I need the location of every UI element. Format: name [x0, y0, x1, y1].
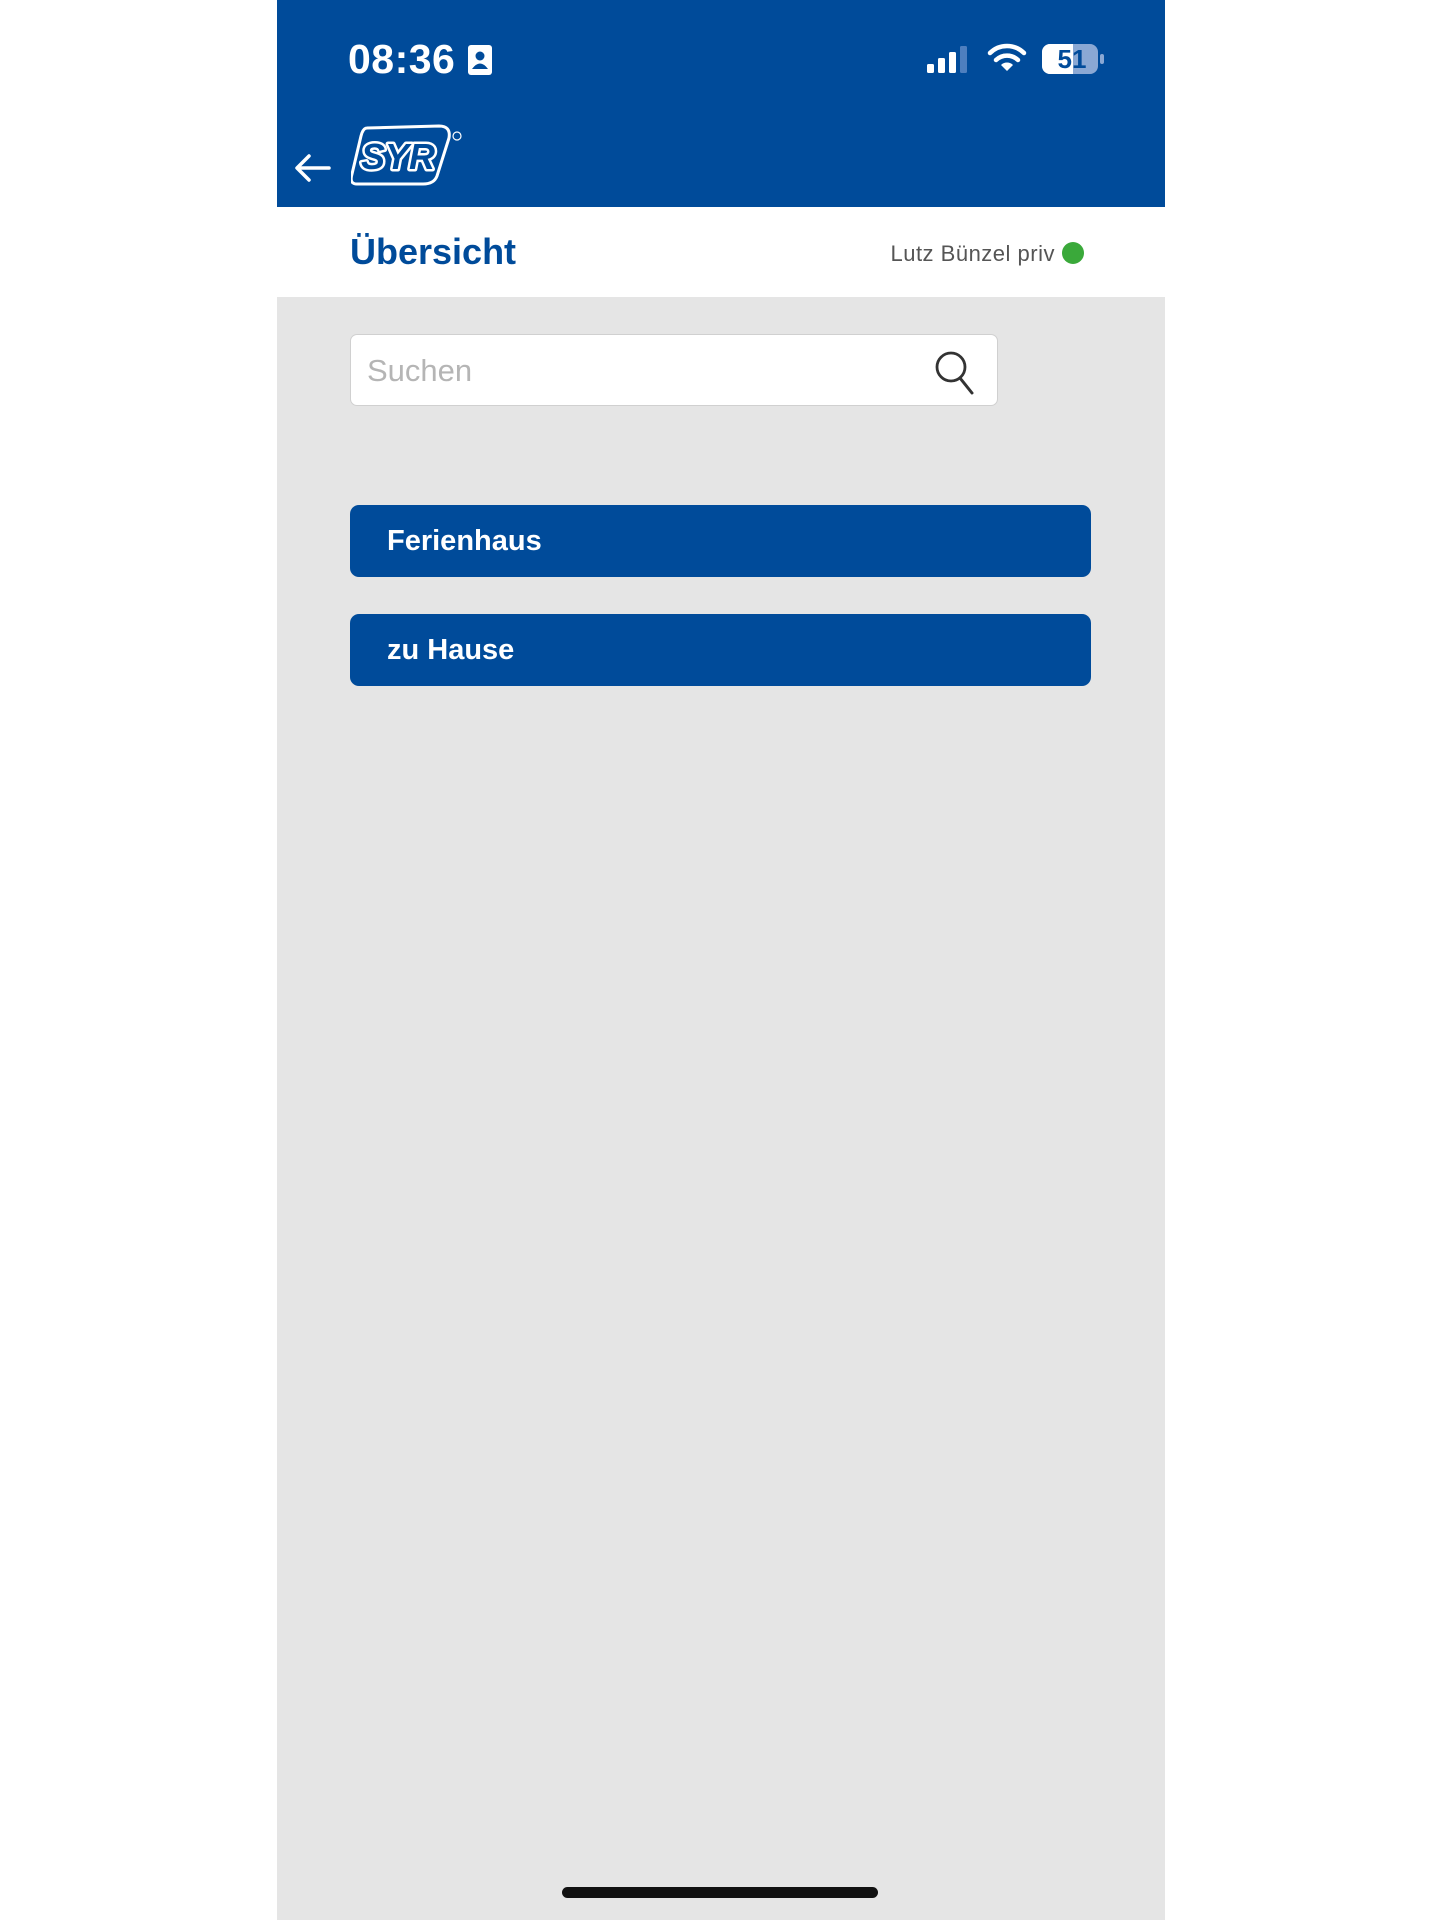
app-screen: 08:36 51 SYR Übersicht Lutz Bünzel priv …: [277, 0, 1165, 1920]
syr-logo: SYR: [351, 124, 462, 186]
group-button-ferienhaus[interactable]: Ferienhaus: [350, 505, 1091, 577]
contact-card-icon: [468, 45, 492, 75]
back-arrow-icon[interactable]: [293, 150, 333, 186]
home-indicator[interactable]: [562, 1887, 878, 1898]
search-input[interactable]: [365, 335, 929, 407]
wifi-icon: [987, 43, 1027, 71]
svg-text:SYR: SYR: [361, 136, 435, 177]
app-header: 08:36 51 SYR: [277, 0, 1165, 207]
page-title: Übersicht: [350, 231, 517, 272]
status-time: 08:36: [348, 36, 456, 82]
page-header: Übersicht Lutz Bünzel priv: [277, 207, 1165, 297]
cellular-signal-icon: [927, 46, 967, 73]
battery-level: 51: [1057, 44, 1087, 74]
online-status-dot: [1062, 242, 1084, 264]
search-icon[interactable]: [933, 349, 977, 397]
search-box: [350, 334, 998, 407]
user-name: Lutz Bünzel priv: [890, 241, 1055, 266]
group-button-zu-hause[interactable]: zu Hause: [350, 614, 1091, 686]
